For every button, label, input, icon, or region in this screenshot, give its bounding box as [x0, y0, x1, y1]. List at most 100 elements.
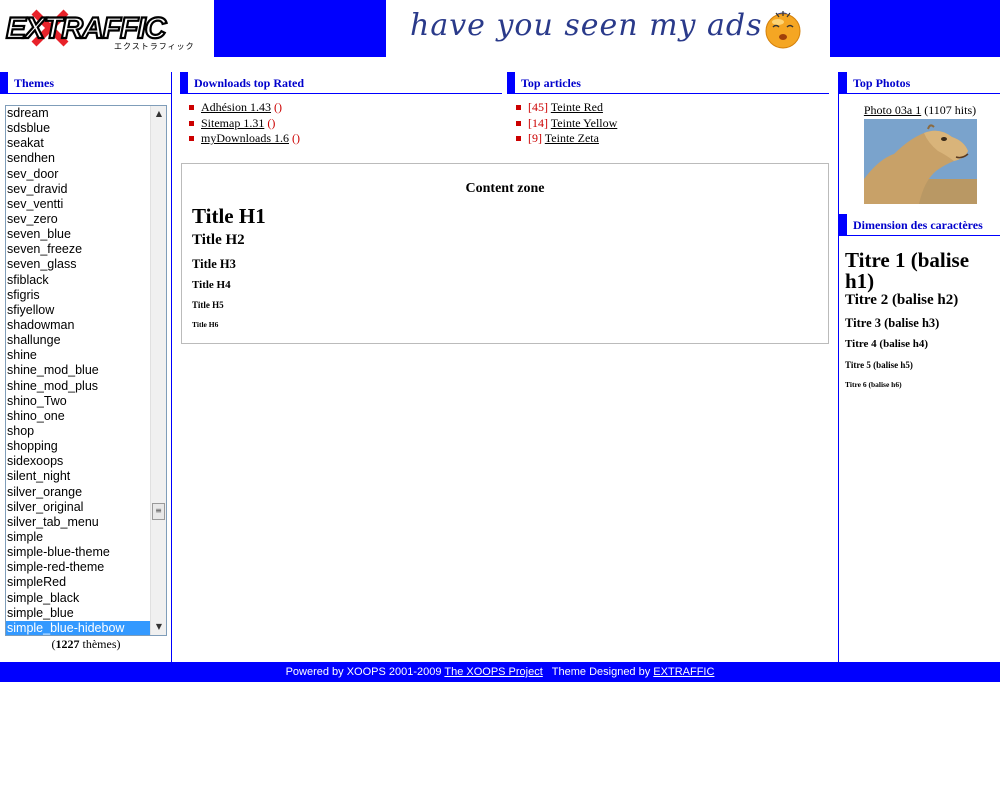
download-link[interactable]: myDownloads 1.6 [201, 131, 289, 145]
list-item: [45] Teinte Red [507, 100, 829, 116]
dimension-h6: Titre 6 (balise h6) [845, 380, 902, 389]
photo-caption: Photo 03a 1 (1107 hits) [839, 103, 1000, 118]
logo-subtitle: エクストラフィック [114, 42, 195, 51]
heading-h4: Title H4 [192, 279, 231, 291]
site-logo[interactable]: EXTRAFFIC エクストラフィック [4, 6, 214, 51]
theme-option[interactable]: seakat [6, 136, 151, 151]
theme-option[interactable]: shadowman [6, 318, 151, 333]
theme-option[interactable]: sfiblack [6, 273, 151, 288]
title-marker [507, 72, 515, 93]
theme-option[interactable]: seven_freeze [6, 242, 151, 257]
photo-thumbnail[interactable] [864, 119, 977, 204]
theme-option[interactable]: sfiyellow [6, 303, 151, 318]
dimension-title: Dimension des caractères [853, 218, 983, 232]
theme-option[interactable]: sev_ventti [6, 197, 151, 212]
theme-option[interactable]: shino_Two [6, 394, 151, 409]
title-marker [839, 214, 847, 235]
article-link[interactable]: Teinte Red [551, 100, 603, 114]
dimension-h2: Titre 2 (balise h2) [845, 292, 959, 308]
theme-option[interactable]: simple-blue-theme [6, 545, 151, 560]
theme-option[interactable]: silent_night [6, 469, 151, 484]
ad-banner[interactable]: have you seen my ads ? [386, 0, 830, 57]
scroll-thumb[interactable]: ≡ [152, 503, 165, 520]
smiley-icon [765, 11, 801, 49]
themes-title: Themes [14, 76, 54, 90]
download-link[interactable]: Sitemap 1.31 [201, 116, 264, 130]
bullet-icon [516, 120, 521, 126]
theme-option[interactable]: shallunge [6, 333, 151, 348]
photos-block-title: Top Photos [839, 72, 1000, 94]
title-marker [0, 72, 8, 93]
bullet-icon [189, 120, 194, 126]
theme-option[interactable]: shopping [6, 439, 151, 454]
left-column: Themes sdream sdsblue seakat sendhen sev_doo… [0, 72, 172, 662]
theme-option[interactable]: shine_mod_plus [6, 379, 151, 394]
theme-list-scrollbar[interactable]: ▲ ≡ ▼ [150, 106, 166, 635]
theme-option[interactable]: simple_black [6, 591, 151, 606]
theme-option[interactable]: simple-red-theme [6, 560, 151, 575]
theme-option[interactable]: shop [6, 424, 151, 439]
theme-option[interactable]: sdream [6, 106, 151, 121]
theme-option[interactable]: silver_original [6, 500, 151, 515]
articles-title: Top articles [521, 76, 581, 90]
heading-h5: Title H5 [192, 300, 224, 310]
theme-option[interactable]: sev_dravid [6, 182, 151, 197]
banner-text: have you seen my ads ? [410, 8, 791, 43]
theme-count-label: thèmes [82, 637, 117, 651]
xoops-project-link[interactable]: The XOOPS Project [444, 666, 542, 678]
theme-option[interactable]: shino_one [6, 409, 151, 424]
top-photos-block: Top Photos Photo 03a 1 (1107 hits) [839, 72, 1000, 214]
camel-photo [864, 119, 977, 204]
content-zone: Content zone Title H1 Title H2 Title H3 … [181, 163, 829, 344]
theme-option[interactable]: sfigris [6, 288, 151, 303]
right-column: Top Photos Photo 03a 1 (1107 hits) Dimen… [838, 72, 1000, 662]
theme-option[interactable]: simple_blue-hidebow [6, 620, 151, 635]
heading-h6: Title H6 [192, 320, 219, 329]
theme-option[interactable]: seven_glass [6, 257, 151, 272]
dimension-block-title: Dimension des caractères [839, 214, 1000, 236]
article-link[interactable]: Teinte Yellow [551, 116, 618, 130]
scroll-up-arrow-icon[interactable]: ▲ [151, 106, 166, 122]
downloads-title: Downloads top Rated [194, 76, 305, 90]
theme-option[interactable]: silver_orange [6, 485, 151, 500]
title-marker [839, 72, 847, 93]
theme-option[interactable]: sev_zero [6, 212, 151, 227]
downloads-list: Adhésion 1.43 () Sitemap 1.31 () myDownl… [180, 100, 502, 147]
theme-option[interactable]: shine_mod_blue [6, 363, 151, 378]
theme-option[interactable]: sidexoops [6, 454, 151, 469]
bullet-icon [516, 136, 521, 141]
theme-option[interactable]: shine [6, 348, 151, 363]
list-item: [9] Teinte Zeta [507, 131, 829, 147]
articles-block-title: Top articles [507, 72, 829, 94]
list-item: Adhésion 1.43 () [180, 100, 502, 116]
article-link[interactable]: Teinte Zeta [545, 131, 599, 145]
heading-h1: Title H1 [192, 204, 266, 228]
theme-option[interactable]: sev_door [6, 167, 151, 182]
articles-list: [45] Teinte Red [14] Teinte Yellow [9] T… [507, 100, 829, 147]
dimension-h3: Titre 3 (balise h3) [845, 316, 940, 330]
header: EXTRAFFIC エクストラフィック have you seen my ads… [0, 0, 1000, 57]
articles-block: Top articles [45] Teinte Red [14] Teinte… [507, 72, 829, 147]
theme-option[interactable]: simpleRed [6, 575, 151, 590]
download-rating: () [267, 115, 276, 130]
heading-h2: Title H2 [192, 232, 245, 248]
logo-area[interactable]: EXTRAFFIC エクストラフィック [0, 0, 214, 57]
footer-designed: Theme Designed by [551, 666, 651, 678]
theme-option[interactable]: sdsblue [6, 121, 151, 136]
dimension-h4: Titre 4 (balise h4) [845, 338, 929, 350]
theme-option[interactable]: seven_blue [6, 227, 151, 242]
theme-select-list[interactable]: sdream sdsblue seakat sendhen sev_door sev_dr… [5, 105, 167, 636]
article-hits: [14] [528, 115, 548, 130]
bullet-icon [189, 136, 194, 141]
designer-link[interactable]: EXTRAFFIC [653, 666, 714, 678]
theme-option[interactable]: sendhen [6, 151, 151, 166]
top-blocks: Downloads top Rated Adhésion 1.43 () Sit… [180, 72, 830, 162]
scroll-down-arrow-icon[interactable]: ▼ [151, 619, 166, 635]
photos-title: Top Photos [853, 76, 911, 90]
footer: Powered by XOOPS 2001-2009 The XOOPS Pro… [0, 662, 1000, 682]
theme-option[interactable]: silver_tab_menu [6, 515, 151, 530]
theme-option[interactable]: simple [6, 530, 151, 545]
photo-link[interactable]: Photo 03a 1 [864, 103, 921, 117]
download-link[interactable]: Adhésion 1.43 [201, 100, 271, 114]
theme-option[interactable]: simple_blue [6, 606, 151, 621]
